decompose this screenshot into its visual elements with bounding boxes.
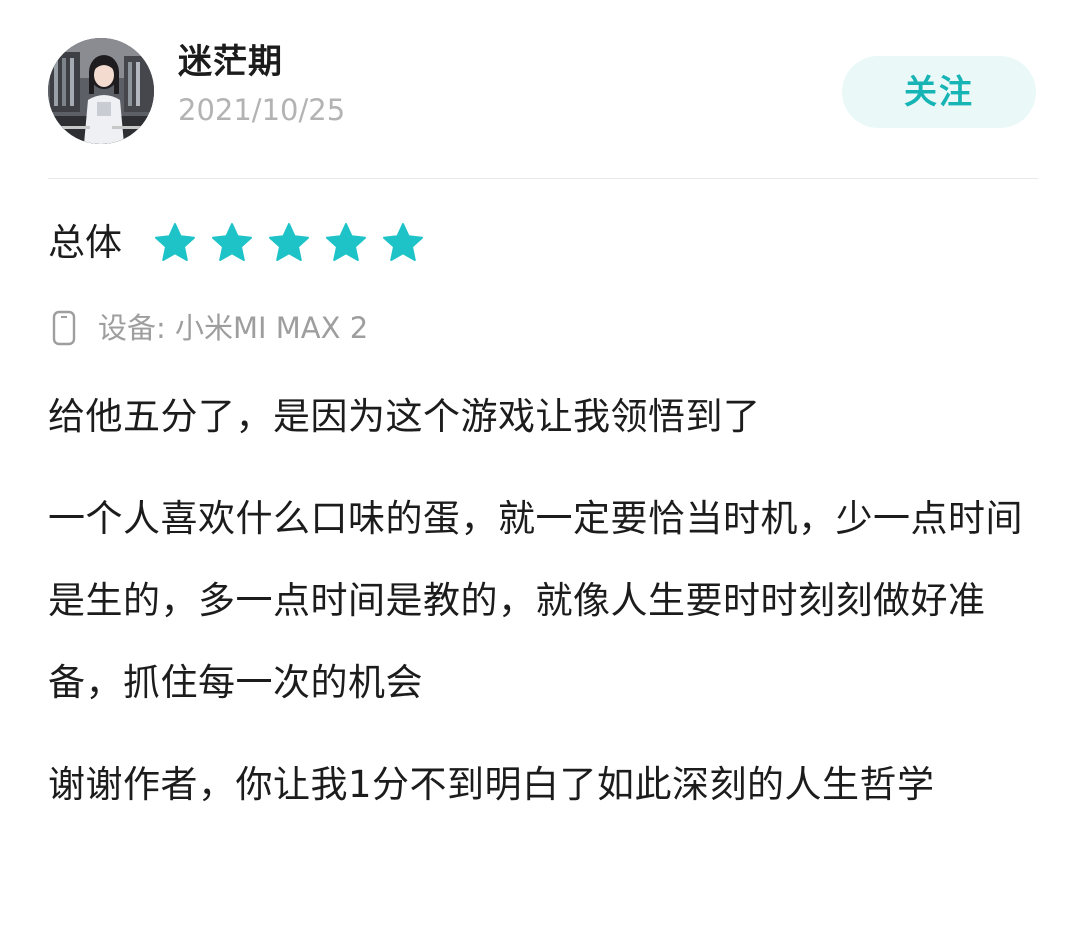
rating-stars bbox=[153, 219, 438, 267]
review-body: 给他五分了，是因为这个游戏让我领悟到了 一个人喜欢什么口味的蛋，就一定要恰当时机… bbox=[48, 376, 1048, 826]
username[interactable]: 迷茫期 bbox=[178, 40, 283, 84]
star-icon bbox=[326, 223, 366, 261]
review-paragraph: 一个人喜欢什么口味的蛋，就一定要恰当时机，少一点时间是生的，多一点时间是教的，就… bbox=[48, 497, 1023, 704]
follow-button[interactable]: 关注 bbox=[842, 56, 1036, 128]
device-info: 设备: 小米MI MAX 2 bbox=[52, 306, 368, 350]
star-icon bbox=[269, 223, 309, 261]
review-paragraph: 谢谢作者，你让我1分不到明白了如此深刻的人生哲学 bbox=[48, 763, 935, 806]
post-date: 2021/10/25 bbox=[178, 93, 346, 127]
star-icon bbox=[383, 223, 423, 261]
user-avatar[interactable] bbox=[48, 38, 154, 144]
device-text: 设备: 小米MI MAX 2 bbox=[98, 311, 369, 345]
review-paragraph: 给他五分了，是因为这个游戏让我领悟到了 bbox=[48, 395, 761, 438]
phone-icon bbox=[52, 310, 76, 346]
star-icon bbox=[155, 223, 195, 261]
divider bbox=[48, 178, 1038, 179]
star-icon bbox=[212, 223, 252, 261]
rating-label: 总体 bbox=[48, 221, 122, 264]
